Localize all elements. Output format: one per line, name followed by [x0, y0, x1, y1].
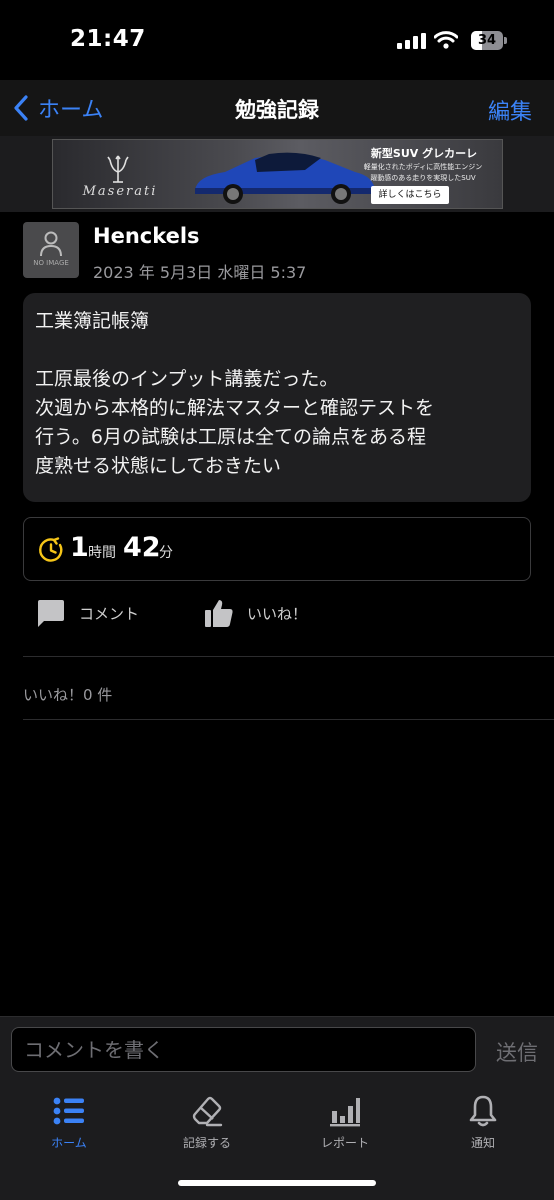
comment-bar: 送信 — [0, 1016, 554, 1084]
avatar-label: NO IMAGE — [33, 259, 69, 267]
list-icon — [53, 1097, 84, 1125]
edit-button[interactable]: 編集 — [488, 94, 532, 126]
comment-input[interactable] — [11, 1027, 476, 1072]
like-button[interactable]: いいね！ — [203, 592, 307, 634]
eraser-icon — [192, 1096, 223, 1127]
battery-level: 34 — [477, 33, 497, 48]
comment-label: コメント — [79, 604, 140, 623]
tab-notifications[interactable]: 通知 — [414, 1094, 552, 1156]
comment-button[interactable]: コメント — [35, 592, 139, 634]
tab-home-label: ホーム — [51, 1136, 87, 1150]
person-icon — [40, 231, 62, 257]
duration-hours-unit: 時間 — [88, 545, 116, 561]
thumbs-up-icon — [205, 600, 233, 627]
nav-bar: ホーム 勉強記録 編集 — [0, 80, 554, 136]
ad-strip: Maserati 新型SUV グレカーレ 軽量化されたボディに高性能エンジン 躍… — [0, 136, 554, 212]
bar-chart-icon — [330, 1098, 360, 1127]
ad-subline-2: 躍動感のある走りを実現したSUV — [370, 174, 476, 182]
like-count[interactable]: いいね！0 件 — [23, 684, 112, 705]
tab-record-label: 記録する — [182, 1136, 231, 1150]
ad-brand: Maserati — [82, 184, 158, 199]
tab-report-label: レポート — [320, 1136, 369, 1150]
ad-subline-1: 軽量化されたボディに高性能エンジン — [363, 163, 483, 171]
post-body-line — [35, 336, 519, 365]
ad-headline: 新型SUV グレカーレ — [370, 147, 478, 160]
page-title: 勉強記録 — [235, 98, 319, 122]
post-body-line: 次週から本格的に解法マスターと確認テストを — [35, 397, 435, 419]
duration-minutes: 42 — [123, 532, 161, 563]
tab-home[interactable]: ホーム — [0, 1094, 138, 1156]
post-body-line: 工業簿記帳簿 — [35, 310, 150, 332]
tab-notifications-label: 通知 — [470, 1136, 495, 1150]
ad-banner[interactable]: Maserati 新型SUV グレカーレ 軽量化されたボディに高性能エンジン 躍… — [52, 139, 503, 209]
post-body-line: 度熟せる状態にしておきたい — [35, 455, 281, 477]
status-time: 21:47 — [70, 26, 146, 52]
tab-report[interactable]: レポート — [276, 1094, 414, 1156]
post-body-line: 行う。6月の試験は工原は全ての論点をある程 — [35, 426, 426, 448]
ad-cta-button[interactable]: 詳しくはこちら — [371, 186, 449, 204]
battery-icon: 34 — [471, 31, 507, 50]
trident-logo-icon — [107, 155, 129, 183]
signal-icon — [397, 33, 426, 49]
tab-record[interactable]: 記録する — [138, 1094, 276, 1156]
send-button[interactable]: 送信 — [496, 1037, 538, 1067]
post-date: 2023 年 5月3日 水曜日 5:37 — [93, 263, 307, 282]
divider — [23, 656, 554, 657]
study-duration: 1 時間 42 分 — [23, 517, 531, 581]
wifi-icon — [434, 31, 458, 49]
post-body: 工業簿記帳簿 工原最後のインプット講義だった。 次週から本格的に解法マスターと確… — [23, 293, 531, 502]
home-indicator[interactable] — [178, 1180, 376, 1186]
bell-icon — [469, 1095, 497, 1127]
avatar[interactable]: NO IMAGE — [23, 222, 79, 278]
username[interactable]: Henckels — [93, 224, 200, 248]
comment-icon — [38, 600, 64, 627]
post-body-line: 工原最後のインプット講義だった。 — [35, 368, 339, 390]
like-label: いいね！ — [247, 604, 308, 623]
status-bar: 21:47 34 — [0, 0, 554, 80]
divider — [23, 719, 554, 720]
duration-hours: 1 — [70, 532, 89, 563]
duration-minutes-unit: 分 — [159, 545, 173, 561]
clock-icon — [39, 537, 63, 562]
